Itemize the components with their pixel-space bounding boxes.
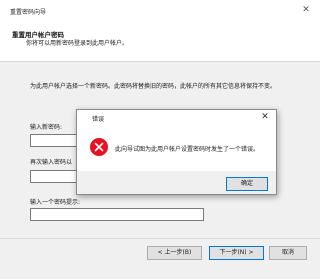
error-dialog: 错误 ✕ 此向导试图为此用户帐户设置密码时发生了一个错误。 确定 <box>76 109 277 195</box>
error-dialog-title: 错误 <box>92 116 105 123</box>
error-dialog-close-icon[interactable]: ✕ <box>259 111 271 123</box>
ok-button[interactable]: 确定 <box>226 177 268 191</box>
wizard-header: 重置用户帐户密码 你将可以用新密码登录到此用户帐户。 <box>0 20 320 62</box>
password-hint-field[interactable] <box>30 208 204 221</box>
error-dialog-titlebar: 错误 ✕ <box>77 110 276 125</box>
confirm-password-label: 再次输入密码以 <box>30 159 73 166</box>
error-dialog-body: 此向导试图为此用户帐户设置密码时发生了一个错误。 <box>77 125 276 171</box>
new-password-label: 输入新密码: <box>30 124 63 131</box>
wizard-title: 重置密码向导 <box>10 9 47 16</box>
password-hint-label: 输入一个密码提示: <box>30 199 81 206</box>
error-message: 此向导试图为此用户帐户设置密码时发生了一个错误。 <box>115 146 260 153</box>
wizard-close-icon[interactable]: ✕ <box>300 4 312 16</box>
wizard-titlebar: 重置密码向导 ✕ <box>0 0 320 20</box>
cancel-button[interactable]: 取消 <box>269 246 307 260</box>
footer-divider <box>0 238 320 239</box>
error-icon <box>90 138 108 156</box>
wizard-description: 为此用户帐户选择一个新密码。此密码将替换旧的密码，此帐户的所有其它信息将保持不变… <box>30 83 277 90</box>
next-button[interactable]: 下一步(N) > <box>209 246 264 260</box>
wizard-header-subtitle: 你将可以用新密码登录到此用户帐户。 <box>26 40 129 47</box>
back-button[interactable]: < 上一步(B) <box>147 246 202 260</box>
